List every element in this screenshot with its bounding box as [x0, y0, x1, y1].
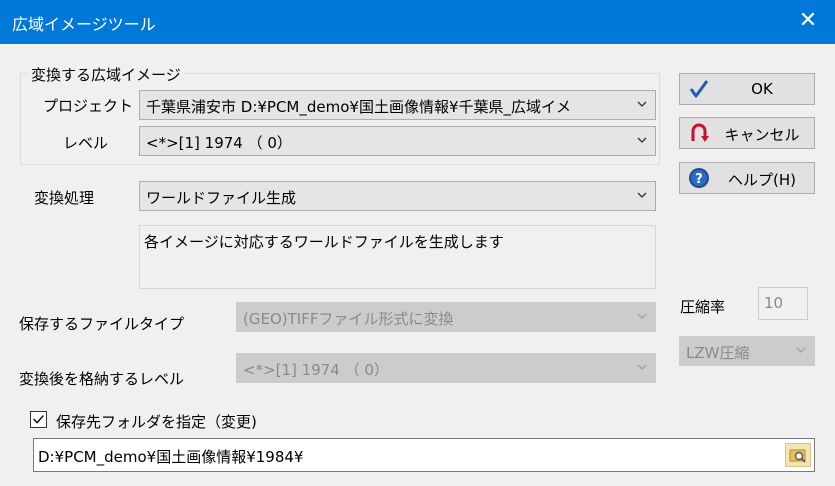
target-level-select[interactable]: <*>[1] 1974 （ 0） — [236, 353, 656, 383]
undo-arrow-icon — [691, 123, 709, 142]
cancel-button[interactable]: キャンセル — [679, 117, 815, 149]
window-title: 広域イメージツール — [12, 15, 156, 34]
compression-label: 圧縮率 — [680, 298, 726, 316]
svg-text:?: ? — [695, 172, 703, 187]
folder-checkbox-label[interactable]: 保存先フォルダを指定（変更) — [56, 411, 257, 432]
level-label: レベル — [63, 134, 109, 152]
folder-path-value: D:¥PCM_demo¥国土画像情報¥1984¥ — [38, 448, 304, 466]
process-select[interactable]: ワールドファイル生成 — [139, 181, 656, 211]
help-label: ヘルプ(H) — [728, 171, 796, 189]
chevron-down-icon — [637, 137, 647, 143]
checkmark-icon — [33, 415, 44, 424]
process-description: 各イメージに対応するワールドファイルを生成します — [139, 225, 656, 289]
folder-path-input[interactable]: D:¥PCM_demo¥国土画像情報¥1984¥ — [33, 438, 815, 472]
chevron-down-icon — [637, 364, 647, 370]
filetype-value: (GEO)TIFFファイル形式に変換 — [243, 310, 454, 328]
chevron-down-icon — [637, 313, 647, 319]
folder-browse-button[interactable] — [785, 443, 811, 467]
filetype-select[interactable]: (GEO)TIFFファイル形式に変換 — [236, 302, 656, 332]
checkmark-icon — [689, 80, 709, 98]
folder-checkbox[interactable] — [30, 411, 47, 428]
ok-button[interactable]: OK — [679, 73, 815, 105]
process-label: 変換処理 — [34, 189, 95, 207]
filetype-label: 保存するファイルタイプ — [19, 315, 185, 333]
cancel-label: キャンセル — [724, 126, 800, 144]
level-select[interactable]: <*>[1] 1974 （ 0） — [139, 126, 656, 156]
project-label: プロジェクト — [43, 97, 134, 115]
folder-search-icon — [789, 449, 806, 463]
project-value: 千葉県浦安市 D:¥PCM_demo¥国土画像情報¥千葉県_広域イメ — [146, 98, 572, 116]
compression-method-select[interactable]: LZW圧縮 — [679, 336, 815, 366]
help-button[interactable]: ? ヘルプ(H) — [679, 162, 815, 194]
chevron-down-icon — [637, 101, 647, 107]
project-select[interactable]: 千葉県浦安市 D:¥PCM_demo¥国土画像情報¥千葉県_広域イメ — [139, 90, 656, 120]
compression-method-value: LZW圧縮 — [686, 344, 750, 362]
compression-input[interactable]: 10 — [758, 287, 808, 320]
target-level-label: 変換後を格納するレベル — [19, 370, 185, 388]
help-icon: ? — [689, 168, 709, 188]
chevron-down-icon — [637, 192, 647, 198]
process-value: ワールドファイル生成 — [146, 189, 297, 207]
group-label: 変換する広域イメージ — [28, 64, 184, 85]
process-description-text: 各イメージに対応するワールドファイルを生成します — [144, 233, 504, 251]
level-value: <*>[1] 1974 （ 0） — [146, 134, 292, 152]
compression-value: 10 — [764, 294, 784, 312]
close-icon[interactable]: ✕ — [795, 8, 821, 34]
chevron-down-icon — [796, 347, 806, 353]
title-bar: 広域イメージツール ✕ — [0, 0, 835, 44]
target-level-value: <*>[1] 1974 （ 0） — [243, 361, 389, 379]
ok-label: OK — [751, 80, 773, 98]
